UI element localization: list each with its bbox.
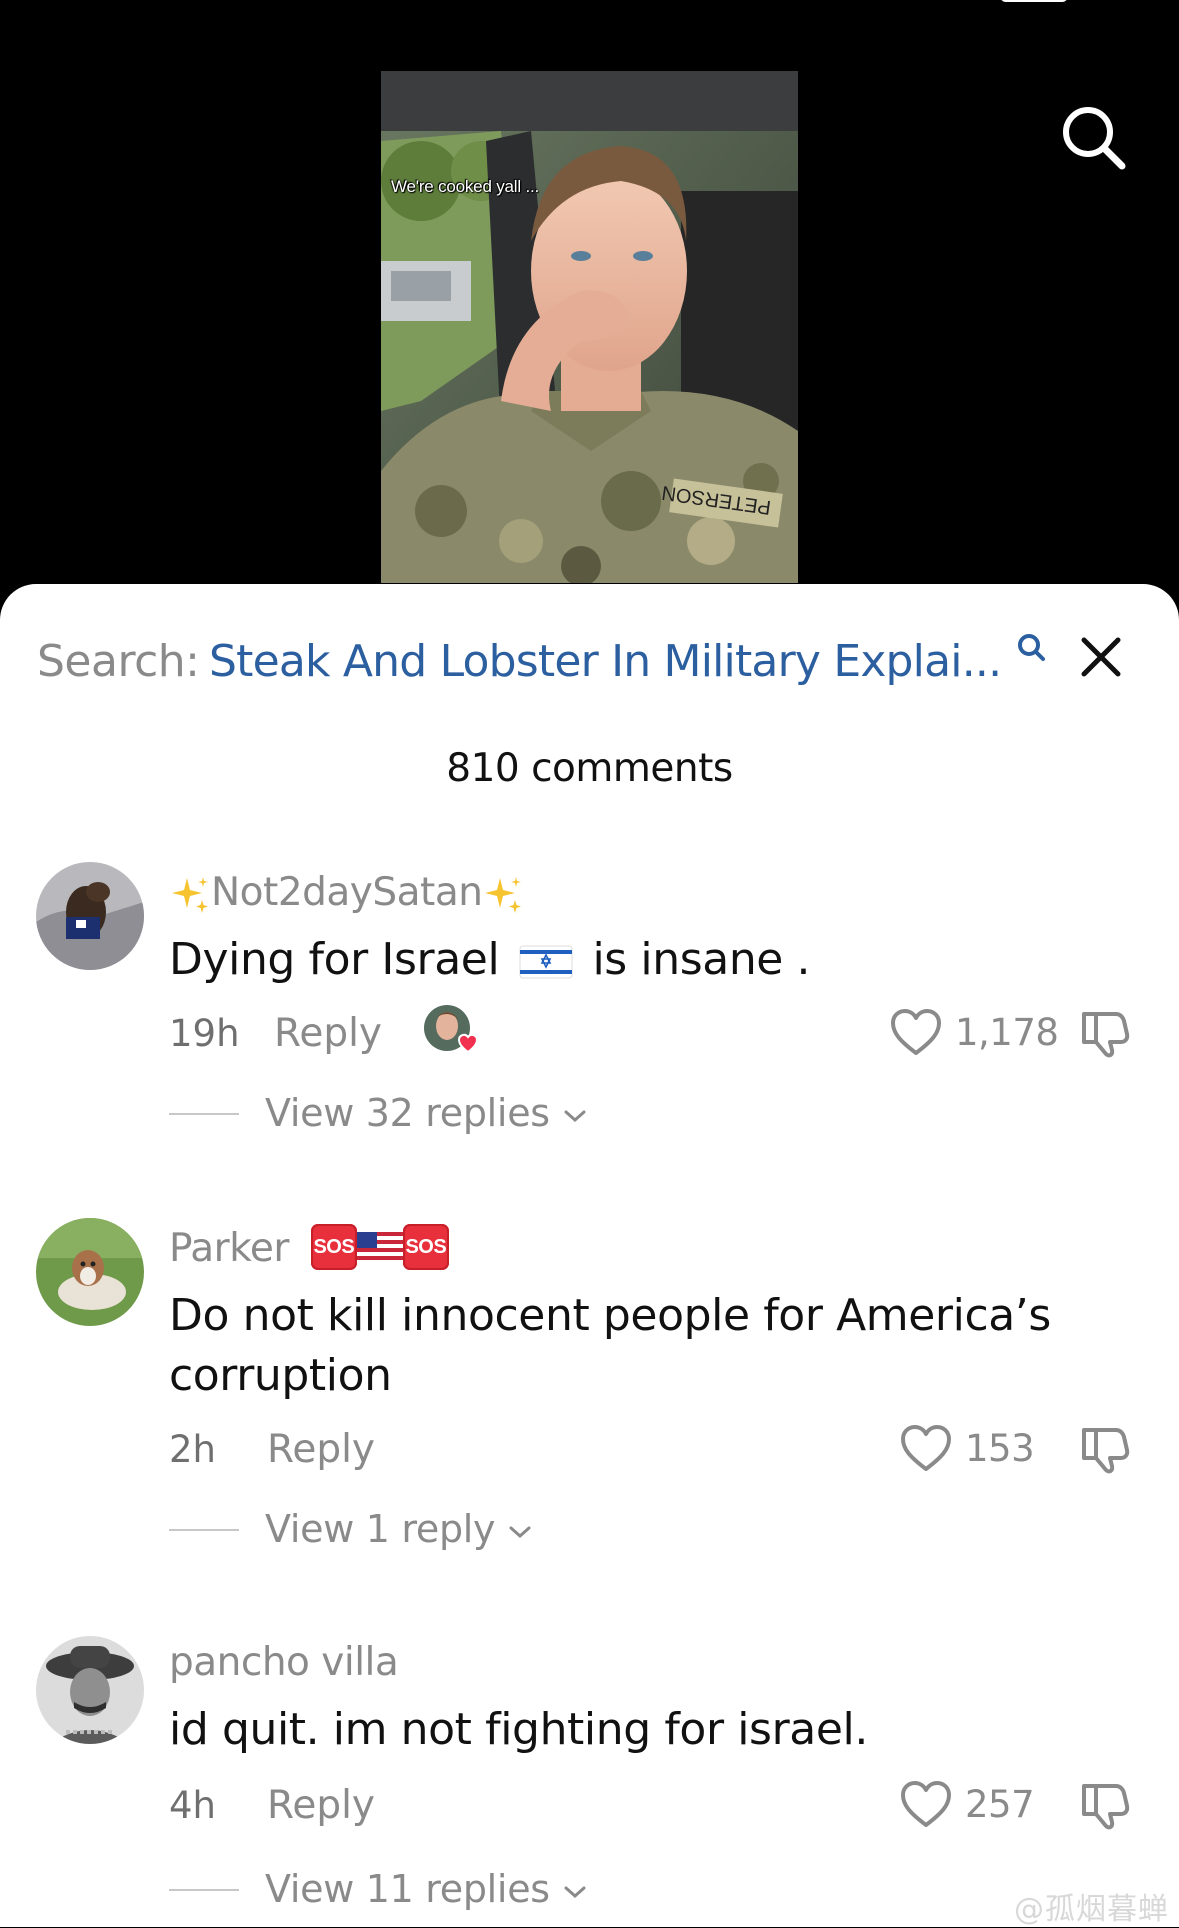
like-count: 257	[965, 1783, 1035, 1826]
like-count: 1,178	[955, 1011, 1059, 1054]
search-suggestion-bar[interactable]: Search: Steak And Lobster In Military Ex…	[37, 632, 1137, 692]
sparkles-icon	[485, 876, 522, 913]
comment-text-part: is insane .	[592, 934, 811, 985]
avatar[interactable]	[36, 1636, 144, 1744]
search-query-icon[interactable]	[1016, 632, 1046, 664]
view-replies-button[interactable]: View 1 reply	[169, 1504, 589, 1554]
watermark: @孤烟暮蝉	[1014, 1892, 1169, 1927]
username-text: Not2daySatan	[211, 870, 483, 915]
comment-timestamp: 2h	[169, 1428, 216, 1471]
heart-outline-icon	[891, 1009, 941, 1055]
like-button[interactable]: 153	[900, 1424, 1035, 1474]
sos-badge: SOS	[402, 1223, 449, 1270]
comment-username[interactable]: Parker SOS SOS	[169, 1223, 449, 1271]
thumbs-down-icon	[1082, 1012, 1130, 1058]
avatar-image	[36, 862, 144, 970]
reply-button[interactable]: Reply	[274, 1011, 382, 1056]
chevron-down-icon	[564, 1886, 586, 1898]
comment-text: Do not kill innocent people for America’…	[169, 1286, 1069, 1406]
close-comments-button[interactable]	[1076, 632, 1126, 682]
heart-outline-icon	[901, 1781, 951, 1827]
comment-timestamp: 19h	[169, 1012, 240, 1055]
search-icon	[1018, 634, 1045, 661]
comment-text: id quit. im not fighting for israel.	[169, 1704, 868, 1755]
reply-button[interactable]: Reply	[267, 1427, 375, 1472]
view-replies-button[interactable]: View 32 replies	[169, 1088, 649, 1138]
comment-text-line: corruption	[169, 1350, 392, 1401]
israel-flag-icon	[519, 945, 573, 979]
thumbs-down-icon	[1082, 1428, 1130, 1474]
avatar-image	[36, 1218, 144, 1326]
avatar[interactable]	[36, 862, 144, 970]
thumbs-down-icon	[1082, 1784, 1130, 1830]
like-button[interactable]: 257	[900, 1780, 1035, 1830]
divider-line	[169, 1529, 239, 1531]
view-replies-button[interactable]: View 11 replies	[169, 1864, 639, 1914]
video-thumbnail-image: PETERSON	[381, 71, 798, 583]
comment-timestamp: 4h	[169, 1784, 216, 1827]
divider-line	[169, 1889, 239, 1891]
username-text: Parker	[169, 1226, 289, 1271]
chevron-down-icon	[564, 1110, 586, 1122]
status-indicator	[1000, 0, 1068, 2]
avatar-image	[36, 1636, 144, 1744]
like-button[interactable]: 1,178	[890, 1008, 1059, 1058]
comment-text-line: Do not kill innocent people for America’…	[169, 1290, 1051, 1341]
comment-username[interactable]: Not2daySatan	[169, 870, 524, 916]
dislike-button[interactable]	[1078, 1778, 1132, 1832]
video-frame[interactable]: PETERSON We're cooked yall ...	[381, 71, 798, 583]
sparkles-icon	[172, 876, 208, 913]
avatar[interactable]	[36, 1218, 144, 1326]
divider-line	[169, 1113, 239, 1115]
reply-button[interactable]: Reply	[267, 1783, 375, 1828]
search-icon	[1063, 107, 1126, 170]
dislike-button[interactable]	[1078, 1006, 1132, 1060]
view-replies-text: View 11 replies	[265, 1864, 588, 1914]
comments-sheet: Search: Steak And Lobster In Military Ex…	[0, 584, 1179, 1927]
us-flag-icon	[356, 1231, 403, 1262]
video-player[interactable]: PETERSON We're cooked yall ...	[0, 0, 1179, 600]
view-replies-text: View 1 reply	[265, 1504, 533, 1554]
comment-text-part: Dying for Israel	[169, 934, 500, 985]
comment-count: 810 comments	[446, 746, 733, 791]
creator-avatar-icon	[424, 1005, 479, 1054]
search-label: Search:	[37, 636, 200, 687]
search-query-link[interactable]: Steak And Lobster In Military Explai...	[209, 632, 1029, 692]
sos-badge: SOS	[310, 1223, 357, 1270]
search-button[interactable]	[1058, 102, 1130, 174]
creator-liked-badge	[423, 1004, 483, 1058]
chevron-down-icon	[509, 1526, 531, 1538]
comment-username[interactable]: pancho villa	[169, 1640, 399, 1685]
view-replies-text: View 32 replies	[265, 1088, 588, 1138]
like-count: 153	[965, 1427, 1035, 1470]
close-icon	[1081, 637, 1121, 677]
video-caption: We're cooked yall ...	[391, 177, 540, 196]
comment-text: Dying for Israel is insane .	[169, 930, 1069, 990]
heart-outline-icon	[901, 1425, 951, 1471]
dislike-button[interactable]	[1078, 1422, 1132, 1476]
